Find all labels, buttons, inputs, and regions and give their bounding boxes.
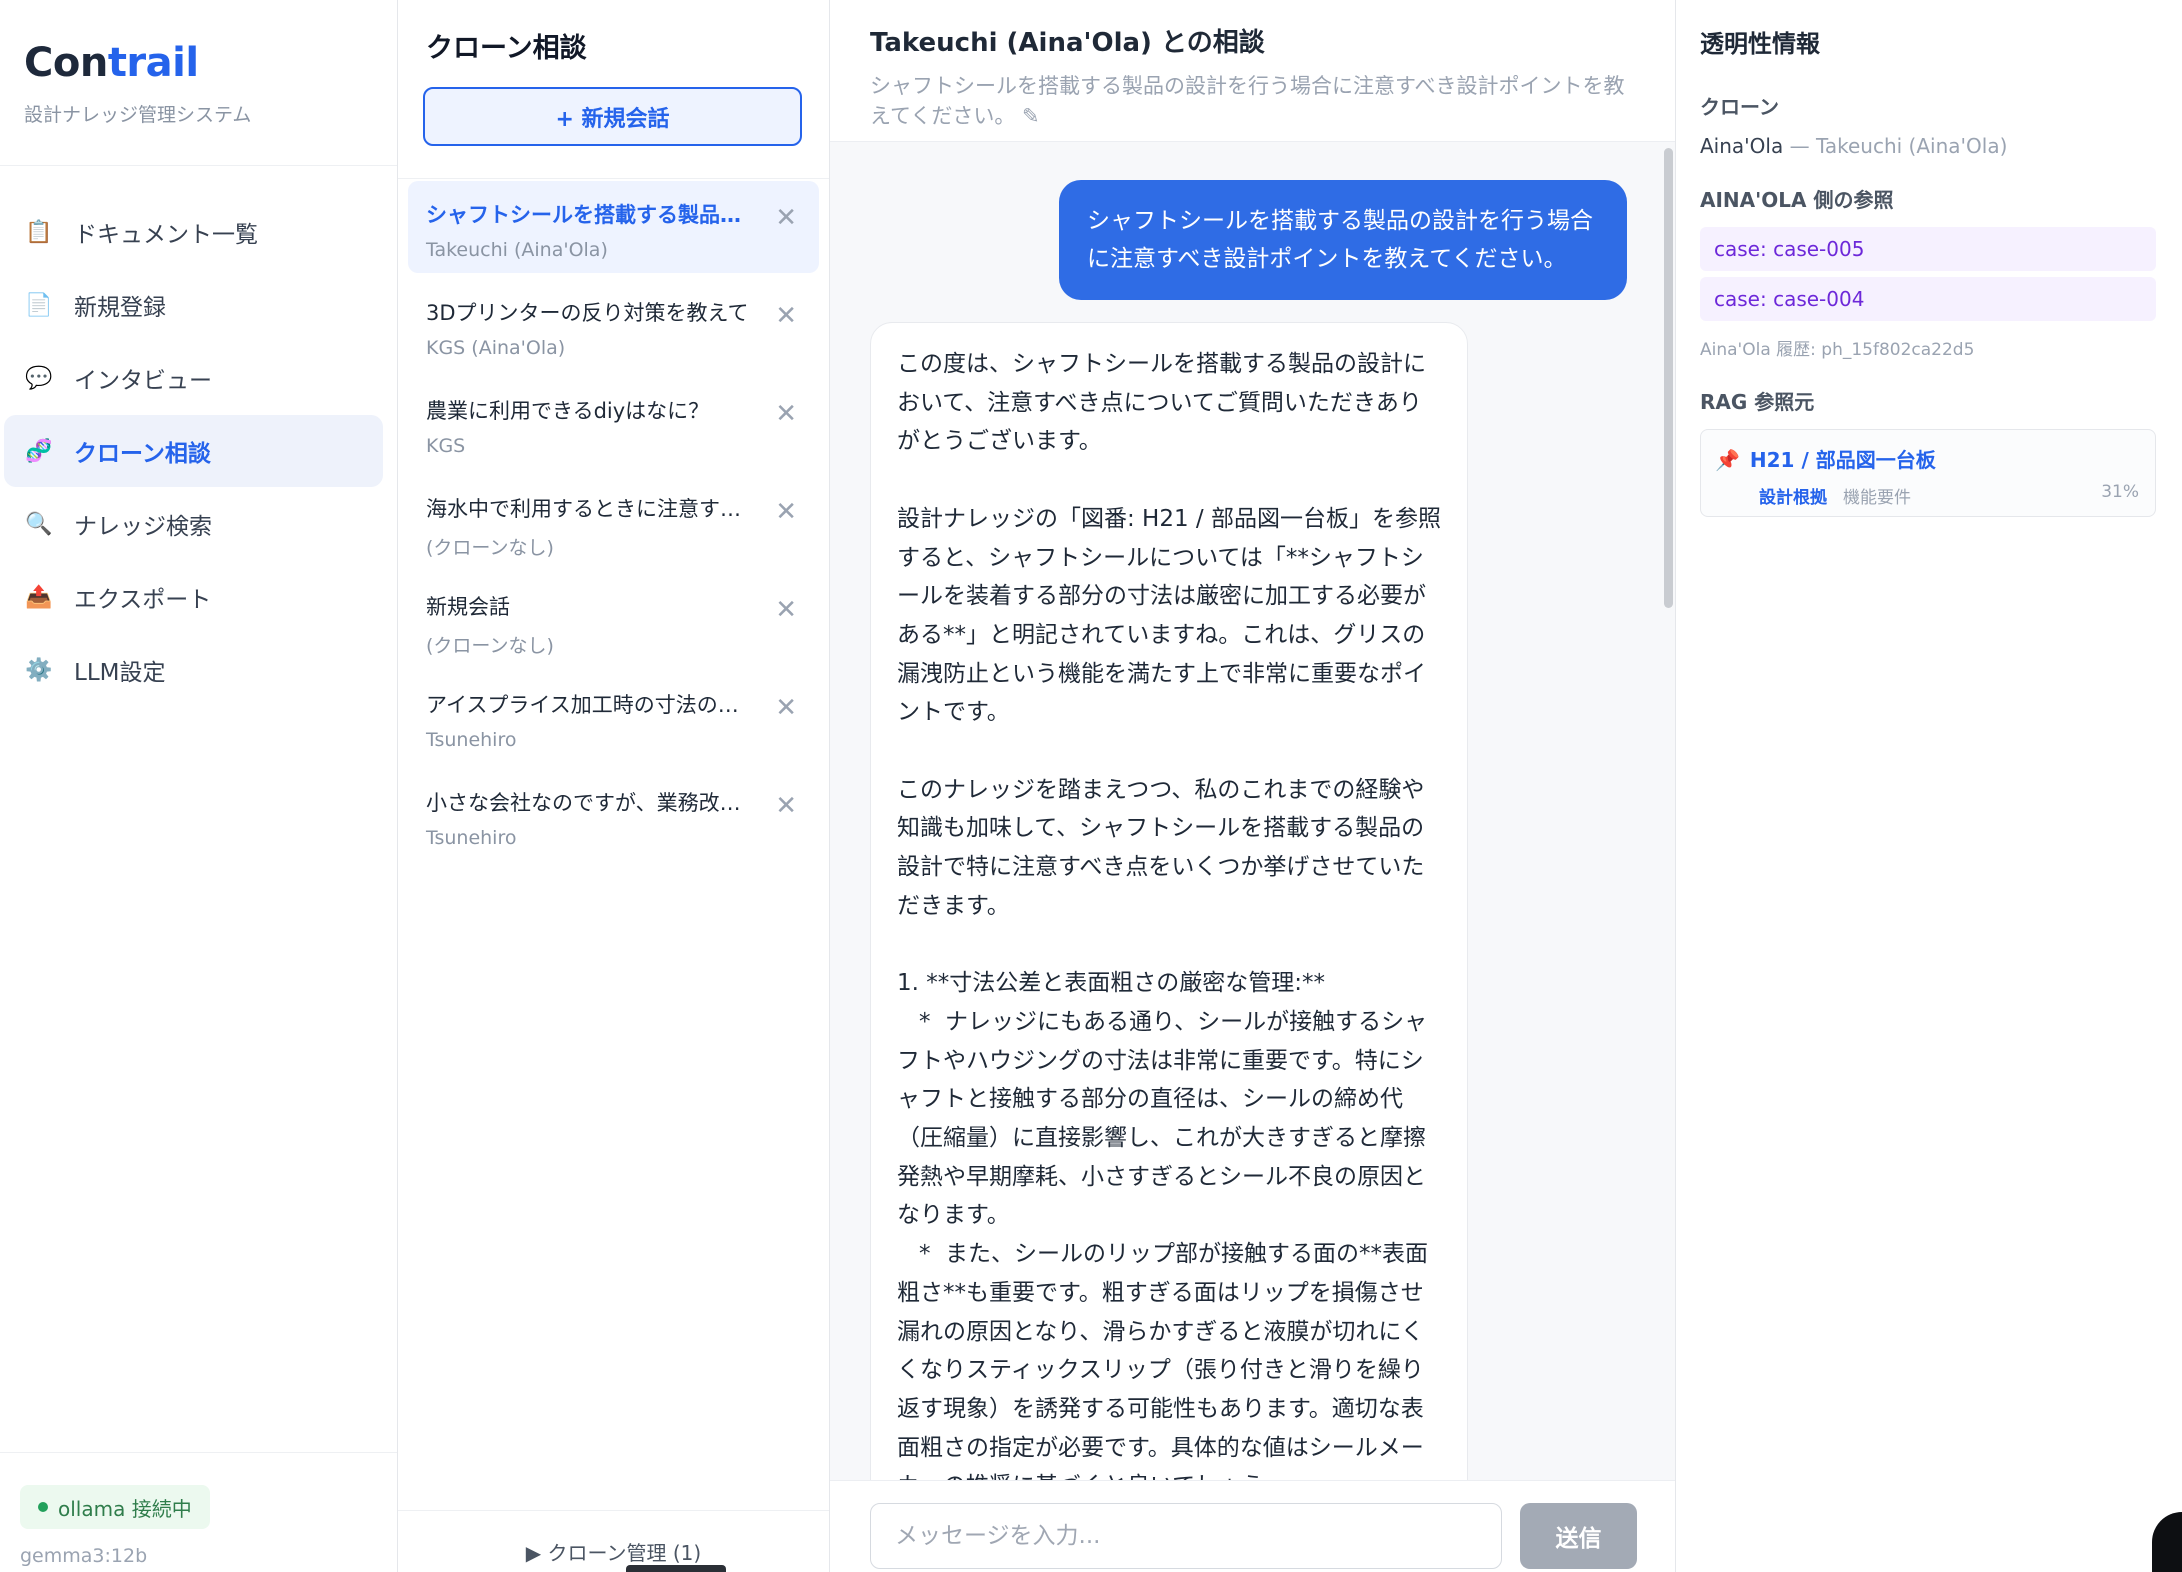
rag-source-name: H21 / 部品図一台板 — [1749, 448, 1936, 472]
sidebar-item-label: ドキュメント一覧 — [74, 222, 258, 248]
chat-scrollbar[interactable] — [1664, 148, 1673, 608]
close-icon[interactable]: ✕ — [775, 497, 797, 527]
rag-section-label: RAG 参照元 — [1700, 390, 1815, 414]
conversation-item[interactable]: 農業に利用できるdiyはなに？ KGS ✕ — [408, 377, 819, 469]
chat-topic[interactable]: シャフトシールを搭載する製品の設計を行う場合に注意すべき設計ポイントを教えてくだ… — [870, 71, 1635, 131]
sidebar-item-interview[interactable]: 💬 インタビュー — [4, 342, 383, 414]
gear-icon: ⚙️ — [25, 657, 53, 683]
conversation-title: シャフトシールを搭載する製品… — [426, 203, 741, 227]
document-icon: 📄 — [25, 292, 53, 318]
sidebar-item-label: LLM設定 — [74, 660, 166, 686]
reference-chip[interactable]: case: case-005 — [1700, 227, 2156, 271]
sidebar-item-label: クローン相談 — [74, 441, 211, 467]
message-composer: 送信 — [830, 1480, 1675, 1572]
sidebar-item-export[interactable]: 📤 エクスポート — [4, 561, 383, 633]
outbox-icon: 📤 — [25, 584, 53, 610]
close-icon[interactable]: ✕ — [775, 791, 797, 821]
conversation-title: 農業に利用できるdiyはなに？ — [426, 399, 710, 423]
conversation-clone: KGS (Aina'Ola) — [426, 337, 566, 359]
rag-source-title: 📌 H21 / 部品図一台板 — [1715, 444, 2139, 473]
connection-status-text: ollama 接続中 — [58, 1496, 192, 1521]
app-subtitle: 設計ナレッジ管理システム — [24, 104, 252, 126]
clone-detail: — Takeuchi (Aina'Ola) — [1783, 134, 2008, 158]
rag-source-card[interactable]: 📌 H21 / 部品図一台板 設計根拠 機能要件 31% — [1700, 429, 2156, 517]
sidebar-item-documents[interactable]: 📋 ドキュメント一覧 — [4, 196, 383, 268]
close-icon[interactable]: ✕ — [775, 595, 797, 625]
references-section-label: AINA'OLA 側の参照 — [1700, 188, 1894, 212]
logo-part-1: Con — [24, 40, 108, 86]
conversation-clone: (クローンなし) — [426, 537, 554, 559]
clone-section-label: クローン — [1700, 95, 1779, 119]
send-button[interactable]: 送信 — [1520, 1503, 1637, 1569]
speech-bubble-icon: 💬 — [25, 365, 53, 391]
clone-management-toggle[interactable]: ▶ クローン管理 (1) — [398, 1510, 829, 1572]
conversation-item[interactable]: 3Dプリンターの反り対策を教えて KGS (Aina'Ola) ✕ — [408, 279, 819, 371]
conversation-item[interactable]: アイスプライス加工時の寸法の… Tsunehiro ✕ — [408, 671, 819, 763]
rag-source-tags: 設計根拠 機能要件 — [1715, 483, 2139, 508]
conversation-item[interactable]: 小さな会社なのですが、業務改… Tsunehiro ✕ — [408, 769, 819, 861]
conversation-items: シャフトシールを搭載する製品… Takeuchi (Aina'Ola) ✕ 3D… — [398, 178, 829, 861]
conversation-list-panel: クローン相談 + 新規会話 シャフトシールを搭載する製品… Takeuchi (… — [398, 0, 830, 1572]
sidebar: Contrail 設計ナレッジ管理システム 📋 ドキュメント一覧 📄 新規登録 … — [0, 0, 398, 1572]
rag-tag-primary: 設計根拠 — [1759, 488, 1827, 508]
chat-title: Takeuchi (Aina'Ola) との相談 — [870, 28, 1265, 58]
new-conversation-button[interactable]: + 新規会話 — [423, 87, 802, 146]
close-icon[interactable]: ✕ — [775, 203, 797, 233]
conversation-title: 新規会話 — [426, 595, 510, 619]
magnifier-icon: 🔍 — [25, 511, 53, 537]
app-root: Contrail 設計ナレッジ管理システム 📋 ドキュメント一覧 📄 新規登録 … — [0, 0, 2182, 1572]
conversation-title: 小さな会社なのですが、業務改… — [426, 791, 741, 815]
sidebar-item-label: ナレッジ検索 — [74, 514, 212, 540]
conversation-list-title: クローン相談 — [426, 33, 587, 64]
connection-status-badge: ollama 接続中 — [20, 1485, 210, 1529]
conversation-title: 海水中で利用するときに注意す… — [426, 497, 741, 521]
rag-relevance-score: 31% — [2101, 482, 2139, 502]
logo: Contrail — [24, 40, 373, 86]
clone-info: Aina'Ola — Takeuchi (Aina'Ola) — [1700, 134, 2156, 158]
message-input[interactable] — [870, 1503, 1502, 1569]
conversation-title: アイスプライス加工時の寸法の… — [426, 693, 739, 717]
message-list[interactable]: シャフトシールを搭載する製品の設計を行う場合に注意すべき設計ポイントを教えてくだ… — [830, 142, 1675, 1480]
clipboard-icon: 📋 — [25, 219, 53, 245]
sidebar-item-new-registration[interactable]: 📄 新規登録 — [4, 269, 383, 341]
close-icon[interactable]: ✕ — [775, 399, 797, 429]
pushpin-icon: 📌 — [1715, 448, 1740, 472]
sidebar-item-label: エクスポート — [74, 587, 212, 613]
sidebar-item-knowledge-search[interactable]: 🔍 ナレッジ検索 — [4, 488, 383, 560]
clone-name: Aina'Ola — [1700, 134, 1784, 158]
sidebar-item-clone-consult[interactable]: 🧬 クローン相談 — [4, 415, 383, 487]
conversation-clone: Tsunehiro — [426, 827, 517, 849]
rag-tag-secondary: 機能要件 — [1843, 488, 1911, 508]
assistant-message-bubble: この度は、シャフトシールを搭載する製品の設計において、注意すべき点についてご質問… — [870, 322, 1468, 1480]
transparency-panel: 透明性情報 クローン Aina'Ola — Takeuchi (Aina'Ola… — [1676, 0, 2182, 1572]
clone-history-id: Aina'Ola 履歴: ph_15f802ca22d5 — [1700, 340, 1975, 360]
conversation-clone: Tsunehiro — [426, 729, 517, 751]
conversation-item[interactable]: 海水中で利用するときに注意す… (クローンなし) ✕ — [408, 475, 819, 567]
transparency-title: 透明性情報 — [1700, 30, 1820, 58]
dna-icon: 🧬 — [25, 438, 53, 464]
status-dot-icon — [38, 1502, 48, 1512]
conversation-title: 3Dプリンターの反り対策を教えて — [426, 301, 749, 325]
close-icon[interactable]: ✕ — [775, 693, 797, 723]
sidebar-footer: ollama 接続中 gemma3:12b — [0, 1452, 397, 1572]
scroll-grip[interactable] — [626, 1565, 726, 1572]
chat-header: Takeuchi (Aina'Ola) との相談 シャフトシールを搭載する製品の… — [830, 0, 1675, 142]
close-icon[interactable]: ✕ — [775, 301, 797, 331]
chat-panel: Takeuchi (Aina'Ola) との相談 シャフトシールを搭載する製品の… — [830, 0, 1676, 1572]
sidebar-item-label: インタビュー — [74, 368, 212, 394]
conversation-clone: Takeuchi (Aina'Ola) — [426, 239, 608, 261]
sidebar-item-llm-settings[interactable]: ⚙️ LLM設定 — [4, 634, 383, 706]
conversation-clone: KGS — [426, 435, 466, 457]
conversation-item[interactable]: 新規会話 (クローンなし) ✕ — [408, 573, 819, 665]
user-message-bubble: シャフトシールを搭載する製品の設計を行う場合に注意すべき設計ポイントを教えてくだ… — [1059, 180, 1627, 300]
sidebar-item-label: 新規登録 — [74, 295, 166, 321]
conversation-item[interactable]: シャフトシールを搭載する製品… Takeuchi (Aina'Ola) ✕ — [408, 181, 819, 273]
conversation-clone: (クローンなし) — [426, 635, 554, 657]
reference-chip[interactable]: case: case-004 — [1700, 277, 2156, 321]
sidebar-nav: 📋 ドキュメント一覧 📄 新規登録 💬 インタビュー 🧬 クローン相談 🔍 ナレ… — [0, 166, 397, 706]
model-name: gemma3:12b — [20, 1545, 148, 1567]
brand: Contrail 設計ナレッジ管理システム — [0, 0, 397, 166]
logo-part-2: trail — [107, 40, 199, 86]
